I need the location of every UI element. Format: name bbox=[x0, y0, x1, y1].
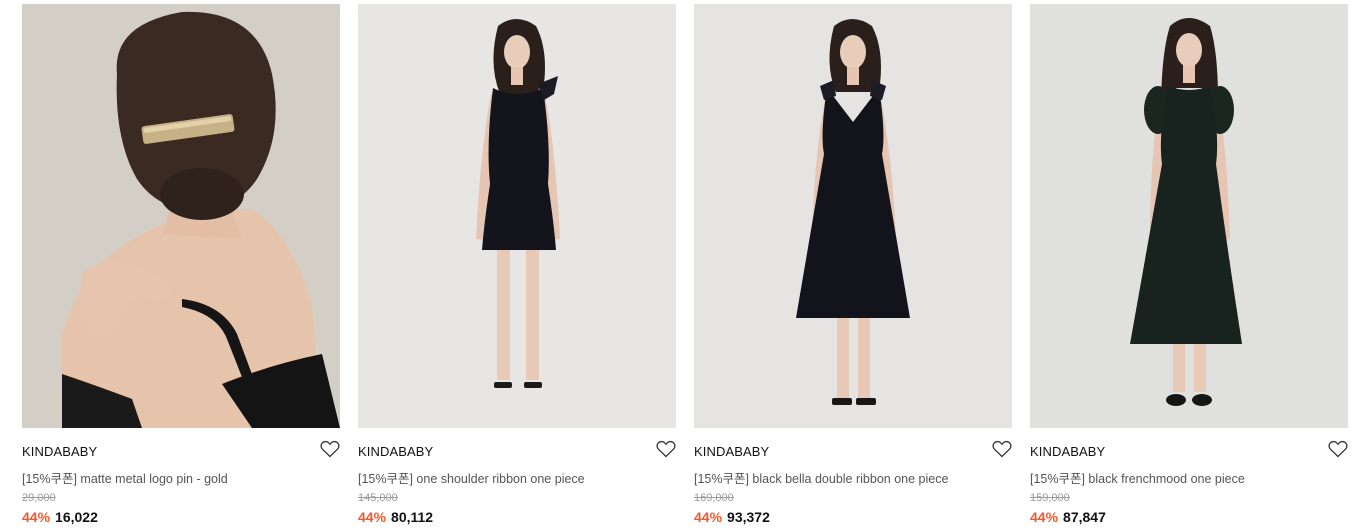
brand-name[interactable]: KINDABABY bbox=[1030, 444, 1105, 459]
discount-rate: 44% bbox=[358, 509, 387, 525]
product-info: KINDABABY [15%쿠폰] black bella double rib… bbox=[694, 428, 1012, 528]
product-image[interactable] bbox=[694, 4, 1012, 428]
product-name[interactable]: [15%쿠폰] black bella double ribbon one pi… bbox=[694, 468, 948, 487]
product-info: KINDABABY [15%쿠폰] black frenchmood one p… bbox=[1030, 428, 1348, 528]
discount-rate: 44% bbox=[694, 509, 723, 525]
product-card[interactable]: KINDABABY [15%쿠폰] one shoulder ribbon on… bbox=[358, 4, 676, 530]
original-price: 145,000 bbox=[358, 492, 398, 504]
product-info: KINDABABY [15%쿠폰] matte metal logo pin -… bbox=[22, 428, 340, 528]
product-image[interactable] bbox=[1030, 4, 1348, 428]
product-photo-mini-dress bbox=[358, 4, 676, 428]
product-photo-hair-pin bbox=[22, 4, 340, 428]
heart-icon[interactable] bbox=[1328, 440, 1348, 458]
price-row: 44% 80,112 bbox=[358, 509, 433, 525]
product-photo-long-dress bbox=[1030, 4, 1348, 428]
original-price: 159,000 bbox=[1030, 492, 1070, 504]
discount-rate: 44% bbox=[22, 509, 51, 525]
product-name[interactable]: [15%쿠폰] black frenchmood one piece bbox=[1030, 468, 1245, 487]
brand-name[interactable]: KINDABABY bbox=[694, 444, 769, 459]
original-price: 29,000 bbox=[22, 492, 56, 504]
brand-name[interactable]: KINDABABY bbox=[22, 444, 97, 459]
price-row: 44% 87,847 bbox=[1030, 509, 1106, 525]
product-name[interactable]: [15%쿠폰] matte metal logo pin - gold bbox=[22, 468, 228, 487]
price-row: 44% 93,372 bbox=[694, 509, 770, 525]
heart-icon[interactable] bbox=[320, 440, 340, 458]
product-card[interactable]: KINDABABY [15%쿠폰] matte metal logo pin -… bbox=[22, 4, 340, 530]
product-info: KINDABABY [15%쿠폰] one shoulder ribbon on… bbox=[358, 428, 676, 528]
original-price: 169,000 bbox=[694, 492, 734, 504]
product-grid: KINDABABY [15%쿠폰] matte metal logo pin -… bbox=[0, 0, 1356, 532]
discount-rate: 44% bbox=[1030, 509, 1059, 525]
product-image[interactable] bbox=[358, 4, 676, 428]
sale-price: 80,112 bbox=[391, 509, 434, 525]
heart-icon[interactable] bbox=[656, 440, 676, 458]
price-row: 44% 16,022 bbox=[22, 509, 98, 525]
heart-icon[interactable] bbox=[992, 440, 1012, 458]
product-card[interactable]: KINDABABY [15%쿠폰] black bella double rib… bbox=[694, 4, 1012, 530]
sale-price: 16,022 bbox=[55, 509, 98, 525]
product-photo-midi-dress bbox=[694, 4, 1012, 428]
product-image[interactable] bbox=[22, 4, 340, 428]
sale-price: 93,372 bbox=[727, 509, 770, 525]
brand-name[interactable]: KINDABABY bbox=[358, 444, 433, 459]
product-card[interactable]: KINDABABY [15%쿠폰] black frenchmood one p… bbox=[1030, 4, 1348, 530]
sale-price: 87,847 bbox=[1063, 509, 1106, 525]
product-name[interactable]: [15%쿠폰] one shoulder ribbon one piece bbox=[358, 468, 585, 487]
